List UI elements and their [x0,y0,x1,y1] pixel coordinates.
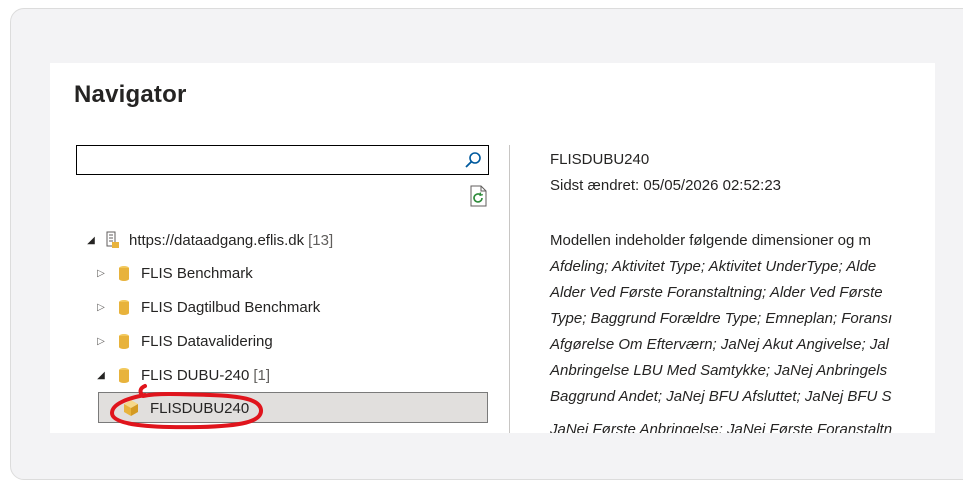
search-field[interactable] [81,147,465,175]
database-icon [119,368,129,383]
expanded-arrow-icon[interactable]: ◢ [84,235,98,246]
tree-item-count: [1] [253,366,271,384]
details-line: Afgørelse Om Efterværn; JaNej Akut Angiv… [550,336,890,353]
tree-root-label: https://dataadgang.eflis.dk [129,231,305,249]
tree-item-label: FLIS Dagtilbud Benchmark [141,298,321,316]
tree-item-flis-dagtilbud-benchmark[interactable]: ▷ FLIS Dagtilbud Benchmark [94,294,320,320]
details-line: Baggrund Andet; JaNej BFU Afsluttet; JaN… [550,388,892,405]
refresh-icon[interactable] [469,185,489,207]
details-modified: Sidst ændret: 05/05/2026 02:52:23 [550,177,782,194]
search-input[interactable] [76,145,489,175]
server-icon [106,231,119,248]
details-line: Alder Ved Første Foranstaltning; Alder V… [550,284,883,301]
search-icon[interactable] [464,151,482,169]
database-icon [119,334,129,349]
tree-root-node[interactable]: ◢ https://dataadgang.eflis.dk [13] [84,227,333,253]
details-description: Modellen indeholder følgende dimensioner… [550,232,872,249]
pane-splitter[interactable] [509,145,510,433]
expanded-arrow-icon[interactable]: ◢ [94,370,108,381]
details-line: Type; Baggrund Forældre Type; Emneplan; … [550,310,893,327]
database-icon [119,300,129,315]
navigator-dialog: Navigator ◢ https://dataadgang.eflis.dk … [50,63,935,433]
details-line: JaNej Første Anbringelse; JaNej Første F… [550,421,893,433]
database-icon [119,266,129,281]
tree-item-label: FLIS Benchmark [141,264,253,282]
tree-item-label: FLIS DUBU-240 [141,366,250,384]
dialog-title: Navigator [74,81,187,108]
tree-item-flis-datavalidering[interactable]: ▷ FLIS Datavalidering [94,328,273,354]
tree-item-flis-dubu-240[interactable]: ◢ FLIS DUBU-240 [1] [94,362,270,388]
tree-item-label: FLISDUBU240 [150,399,250,417]
cube-icon [124,400,138,416]
details-line: Afdeling; Aktivitet Type; Aktivitet Unde… [550,258,877,275]
tree-item-flisdubu240[interactable]: FLISDUBU240 [122,395,249,421]
details-name: FLISDUBU240 [550,151,650,168]
collapsed-arrow-icon[interactable]: ▷ [94,268,108,279]
collapsed-arrow-icon[interactable]: ▷ [94,302,108,313]
tree-item-label: FLIS Datavalidering [141,332,273,350]
collapsed-arrow-icon[interactable]: ▷ [94,336,108,347]
tree-root-count: [13] [308,231,334,249]
tree-item-flis-benchmark[interactable]: ▷ FLIS Benchmark [94,260,253,286]
details-line: Anbringelse LBU Med Samtykke; JaNej Anbr… [550,362,888,379]
